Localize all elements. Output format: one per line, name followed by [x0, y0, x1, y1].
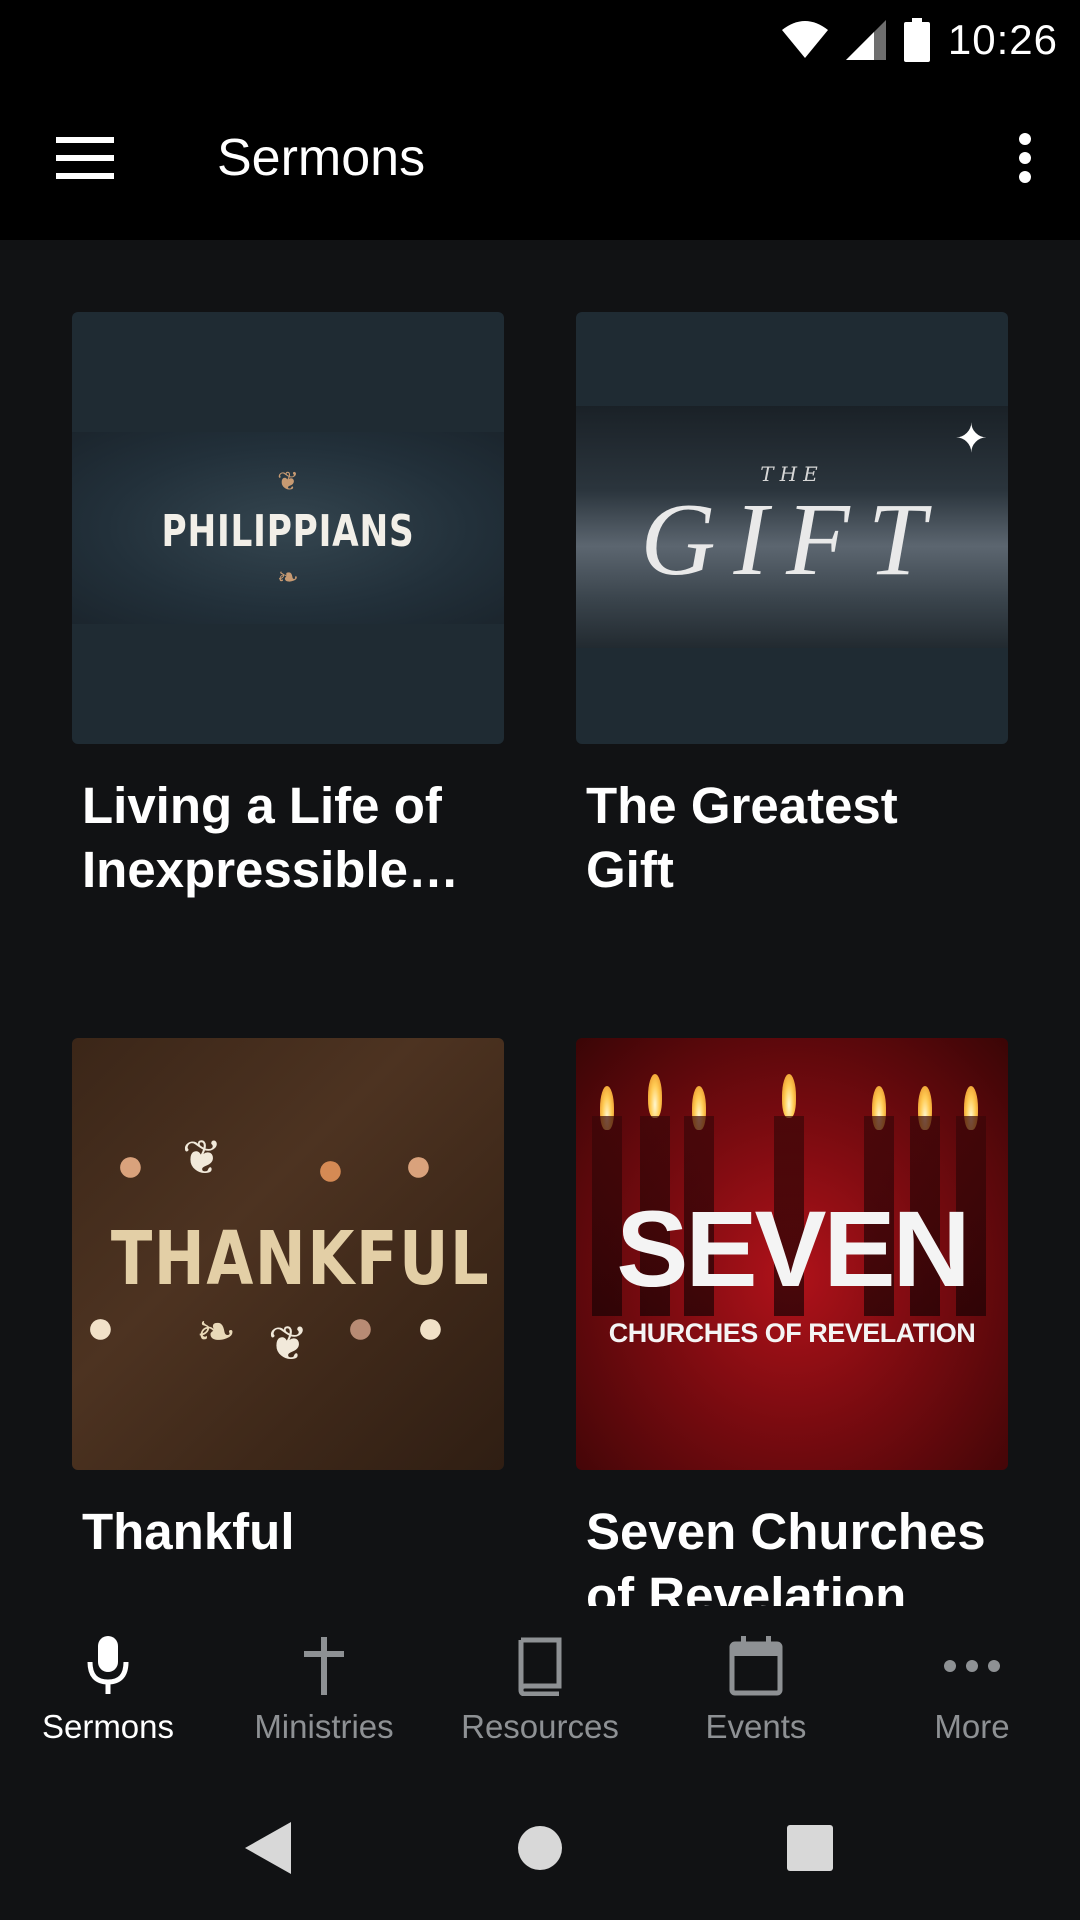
book-icon [518, 1637, 562, 1696]
app-bar: Sermons [0, 78, 1080, 240]
pumpkin-icon: ● [316, 1143, 345, 1196]
sermon-thumbnail: ❦ PHILIPPIANS ❧ [72, 312, 504, 744]
leaf-icon: ❦ [268, 1318, 309, 1371]
back-triangle-icon [245, 1822, 291, 1874]
sermon-grid: ❦ PHILIPPIANS ❧ Living a Life of Inexpre… [0, 240, 1080, 1606]
leaf-icon: ❦ [182, 1132, 223, 1185]
nav-ministries[interactable]: Ministries [216, 1634, 432, 1754]
sermon-card[interactable]: SEVEN CHURCHES OF REVELATION Seven Churc… [576, 1038, 1008, 1606]
thumbnail-text: THANKFUL [110, 1216, 491, 1302]
nav-sermons[interactable]: Sermons [0, 1634, 216, 1754]
sermon-title: Living a Life of Inexpressible a… [82, 777, 442, 898]
system-recents-button[interactable] [770, 1814, 850, 1882]
star-icon: ✦ [954, 417, 988, 461]
thumbnail-subtext: CHURCHES OF REVELATION [608, 1318, 976, 1348]
menu-button[interactable] [40, 118, 130, 198]
home-circle-icon [518, 1826, 562, 1870]
sermon-title: The Greatest Gift [586, 777, 898, 898]
sermon-thumbnail: SEVEN CHURCHES OF REVELATION [576, 1038, 1008, 1470]
pumpkin-icon: ● [86, 1301, 115, 1354]
system-navigation-bar [0, 1774, 1080, 1920]
nav-events[interactable]: Events [648, 1634, 864, 1754]
cellular-signal-icon [845, 20, 886, 60]
page-title: Sermons [217, 129, 426, 187]
nav-more[interactable]: More [864, 1634, 1080, 1754]
sermon-thumbnail: ● ❦ ● ● THANKFUL ● ❧ ❦ ● ● [72, 1038, 504, 1470]
system-back-button[interactable] [228, 1814, 308, 1882]
more-vertical-icon [1019, 133, 1031, 183]
ornament-icon: ❦ [277, 466, 299, 496]
thumbnail-text: SEVEN [616, 1188, 970, 1309]
system-home-button[interactable] [500, 1814, 580, 1882]
more-horizontal-icon [944, 1660, 1000, 1672]
thumbnail-text: GIFT [640, 482, 944, 597]
sermon-card[interactable]: ✦ THE GIFT The Greatest Gift [576, 312, 1008, 902]
nav-label: Ministries [254, 1708, 394, 1745]
cross-icon [304, 1637, 344, 1695]
nav-label: Sermons [41, 1708, 175, 1745]
status-time: 10:26 [947, 16, 1058, 63]
pumpkin-icon: ● [416, 1301, 445, 1354]
acorn-icon: ● [404, 1139, 433, 1192]
nav-label: Events [705, 1708, 807, 1745]
sermon-title: Thankful [82, 1503, 295, 1560]
ornament-icon: ❧ [277, 562, 299, 592]
recents-square-icon [787, 1825, 833, 1871]
thumbnail-text: PHILIPPIANS [161, 506, 415, 557]
candles-graphic [576, 1056, 1008, 1316]
wifi-icon [781, 21, 828, 58]
acorn-icon: ● [346, 1301, 375, 1354]
calendar-icon [729, 1636, 783, 1696]
hamburger-menu-icon [56, 137, 114, 179]
sermon-card[interactable]: ❦ PHILIPPIANS ❧ Living a Life of Inexpre… [72, 312, 504, 902]
nav-label: More [934, 1708, 1010, 1745]
microphone-icon [87, 1636, 129, 1694]
sermon-card[interactable]: ● ❦ ● ● THANKFUL ● ❧ ❦ ● ● Thankful [72, 1038, 504, 1564]
nav-label: Resources [461, 1708, 619, 1745]
bottom-navigation: Sermons Ministries Resources Events More [0, 1606, 1080, 1774]
sermon-title: Seven Churches of Revelation [586, 1503, 986, 1606]
leaf-icon: ❧ [196, 1306, 237, 1359]
battery-icon [903, 18, 930, 62]
status-bar: 10:26 [0, 0, 1080, 78]
nav-resources[interactable]: Resources [432, 1634, 648, 1754]
acorn-icon: ● [116, 1139, 145, 1192]
overflow-menu-button[interactable] [990, 116, 1060, 200]
sermon-thumbnail: ✦ THE GIFT [576, 312, 1008, 744]
